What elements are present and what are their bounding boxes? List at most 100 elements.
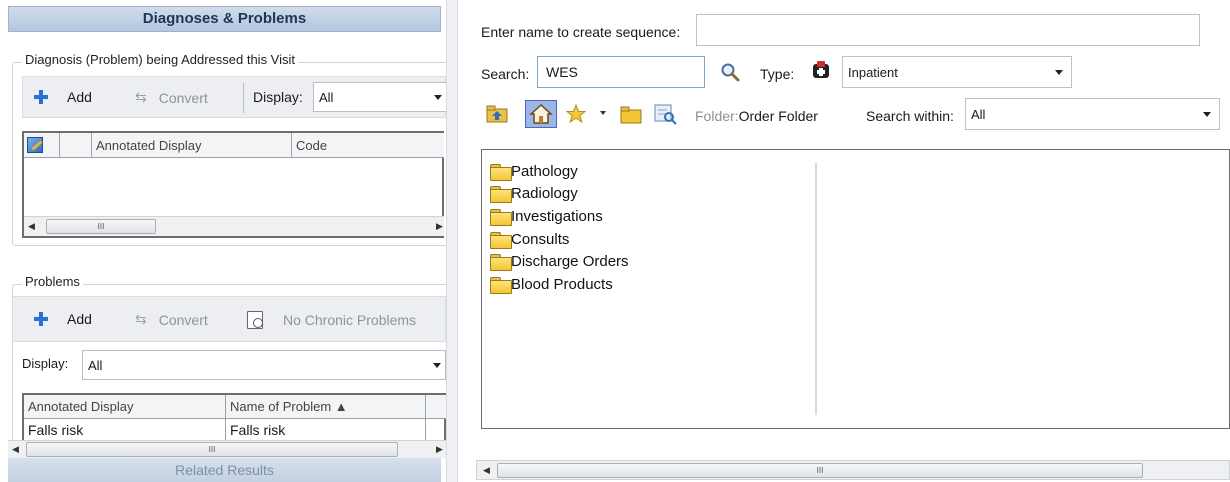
list-item[interactable]: Discharge Orders <box>490 250 629 272</box>
diagnosis-group-title: Diagnosis (Problem) being Addressed this… <box>22 52 299 67</box>
display-select-value: All <box>88 357 103 373</box>
magnifier-icon[interactable] <box>720 62 740 85</box>
extra-column-header <box>426 395 446 418</box>
folder-icon <box>490 276 512 294</box>
problems-display-label: Display: <box>22 356 69 371</box>
folder-name: Order Folder <box>738 108 818 124</box>
scroll-left-icon[interactable]: ◀ <box>28 221 35 232</box>
list-item[interactable]: Radiology <box>490 182 578 204</box>
display-label: Display: <box>253 89 303 105</box>
search-within-label: Search within: <box>866 108 954 124</box>
folder-label: Blood Products <box>511 275 613 293</box>
name-of-problem-column-header[interactable]: Name of Problem ▲ <box>226 395 426 418</box>
related-results-header[interactable]: Related Results <box>8 458 441 482</box>
convert-label: Convert <box>158 311 208 328</box>
sequence-name-label: Enter name to create sequence: <box>481 24 681 40</box>
tree-divider[interactable] <box>815 163 817 415</box>
pane-splitter[interactable] <box>446 0 458 482</box>
edit-note-icon <box>27 137 43 153</box>
search-input[interactable]: WES <box>537 56 705 88</box>
toolbar-divider <box>243 83 244 113</box>
problems-grid-header: Annotated Display Name of Problem ▲ <box>24 395 446 419</box>
add-label: Add <box>67 89 92 105</box>
add-label: Add <box>67 311 92 327</box>
scroll-thumb[interactable]: III <box>26 442 398 457</box>
type-select[interactable]: Inpatient <box>842 56 1072 88</box>
home-icon <box>529 103 553 124</box>
diagnosis-toolbar: Add ⇆ Convert Display: All <box>22 76 447 118</box>
type-label: Type: <box>760 66 795 82</box>
problems-convert-button[interactable]: ⇆ Convert <box>135 311 208 328</box>
code-column-header[interactable]: Code <box>292 133 444 157</box>
annotated-display-column-header[interactable]: Annotated Display <box>24 395 226 418</box>
checkbox-column-header[interactable] <box>60 133 92 157</box>
scroll-left-icon[interactable]: ◀ <box>12 444 19 455</box>
annotate-column-header[interactable] <box>24 133 60 157</box>
folder-icon <box>490 208 512 226</box>
diagnosis-grid-header: Annotated Display Code <box>24 133 444 158</box>
inpatient-type-icon <box>810 60 832 85</box>
folder-icon <box>490 231 512 249</box>
panel-title: Diagnoses & Problems <box>8 6 441 32</box>
home-button[interactable] <box>525 100 557 128</box>
scroll-thumb[interactable]: III <box>46 219 156 234</box>
diagnosis-grid: Annotated Display Code ◀ III ▶ <box>22 131 444 238</box>
annotated-display-cell: Falls risk <box>24 419 226 441</box>
problems-group-title: Problems <box>22 274 83 289</box>
problems-grid: Annotated Display Name of Problem ▲ Fall… <box>22 393 446 441</box>
folder-label: Discharge Orders <box>511 252 629 270</box>
diagnosis-add-button[interactable]: Add <box>33 89 92 105</box>
convert-icon: ⇆ <box>135 311 147 327</box>
sequence-name-input[interactable] <box>696 14 1200 46</box>
annotated-display-column-header[interactable]: Annotated Display <box>92 133 292 157</box>
no-chronic-problems-button[interactable]: No Chronic Problems <box>247 311 416 329</box>
folder-path: Folder:Order Folder <box>695 108 818 124</box>
folder-icon[interactable] <box>620 106 642 127</box>
scroll-right-icon[interactable]: ▶ <box>436 444 443 455</box>
problems-horizontal-scrollbar[interactable]: ◀ III ▶ <box>8 440 446 458</box>
right-horizontal-scrollbar[interactable]: ◀ III <box>476 460 1230 480</box>
folder-label: Radiology <box>511 184 578 202</box>
diagnosis-display-select[interactable]: All <box>313 82 447 112</box>
add-icon <box>33 89 49 105</box>
list-item[interactable]: Consults <box>490 228 569 250</box>
folder-prefix: Folder: <box>695 108 739 124</box>
folder-icon <box>490 253 512 271</box>
chevron-down-icon <box>1055 70 1063 75</box>
search-within-select[interactable]: All <box>965 98 1220 130</box>
diagnosis-convert-button[interactable]: ⇆ Convert <box>135 89 208 106</box>
convert-label: Convert <box>158 89 208 106</box>
chevron-down-icon <box>434 95 442 100</box>
list-item[interactable]: Blood Products <box>490 273 613 295</box>
folder-icon <box>490 185 512 203</box>
folder-up-icon[interactable] <box>486 104 508 127</box>
chevron-down-icon <box>1203 112 1211 117</box>
star-icon[interactable] <box>565 103 587 127</box>
scroll-left-icon[interactable]: ◀ <box>483 465 490 476</box>
search-within-value: All <box>971 106 986 122</box>
no-chronic-icon <box>247 311 263 329</box>
display-select-value: All <box>319 89 334 105</box>
list-item[interactable]: Investigations <box>490 205 603 227</box>
folder-icon <box>490 163 512 181</box>
problems-display-select[interactable]: All <box>82 350 446 380</box>
convert-icon: ⇆ <box>135 89 147 105</box>
problems-toolbar: Add ⇆ Convert No Chronic Problems <box>12 296 446 342</box>
table-row[interactable]: Falls risk Falls risk <box>24 419 446 441</box>
folder-label: Pathology <box>511 162 578 180</box>
scroll-thumb[interactable]: III <box>497 463 1143 478</box>
list-item[interactable]: Pathology <box>490 160 578 182</box>
dropdown-arrow-icon[interactable] <box>600 111 606 115</box>
type-select-value: Inpatient <box>848 64 898 80</box>
chevron-down-icon <box>433 363 441 368</box>
folder-label: Investigations <box>511 207 603 225</box>
name-of-problem-cell: Falls risk <box>226 419 426 441</box>
scroll-right-icon[interactable]: ▶ <box>436 221 443 232</box>
diagnoses-problems-panel: Diagnoses & Problems Diagnosis (Problem)… <box>0 0 448 482</box>
add-icon <box>33 311 49 327</box>
search-folder-icon[interactable] <box>654 103 678 128</box>
folder-label: Consults <box>511 230 570 248</box>
problems-add-button[interactable]: Add <box>33 311 92 327</box>
search-label: Search: <box>481 66 530 82</box>
diagnosis-horizontal-scrollbar[interactable]: ◀ III ▶ <box>24 216 444 236</box>
